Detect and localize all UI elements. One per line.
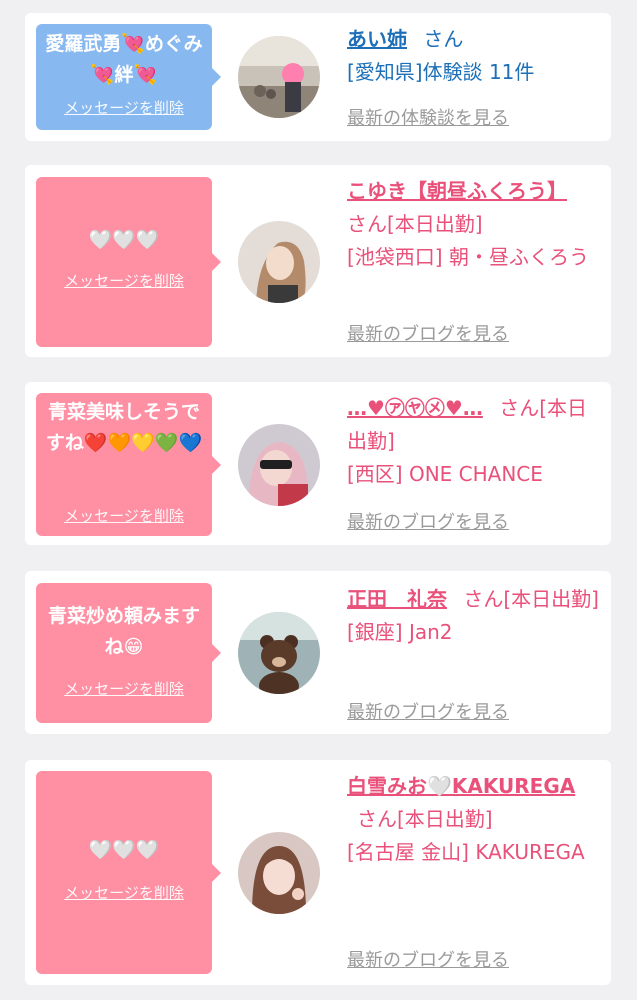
bubble-message: 愛羅武勇💘めぐみ💘絆💘 [45, 33, 203, 86]
user-name-link[interactable]: こゆき【朝昼ふくろう】 [347, 179, 567, 203]
bubble-message: 🤍🤍🤍 [88, 839, 160, 861]
user-info: あい姉 さん [愛知県]体験談 11件 [347, 23, 599, 89]
user-name-link[interactable]: 白雪みお🤍KAKUREGA [347, 774, 575, 798]
message-card: 愛羅武勇💘めぐみ💘絆💘 メッセージを削除 あい姉 さん [愛知県]体験談 11件… [25, 13, 611, 141]
message-card: 🤍🤍🤍 メッセージを削除 白雪みお🤍KAKUREGA さん[本日出勤] [名古屋… [25, 760, 611, 985]
user-info: 白雪みお🤍KAKUREGA さん[本日出勤] [名古屋 金山] KAKUREGA [347, 770, 599, 869]
user-info: …♥㋐㋳㋱♥… さん[本日出勤] [西区] ONE CHANCE [347, 392, 599, 491]
avatar[interactable] [238, 832, 320, 914]
user-suffix: さん [423, 27, 464, 51]
user-detail: [西区] ONE CHANCE [347, 462, 543, 486]
avatar-photo-icon [238, 36, 320, 118]
delete-message-link[interactable]: メッセージを削除 [36, 97, 212, 118]
user-info: こゆき【朝昼ふくろう】 さん[本日出勤] [池袋西口] 朝・昼ふくろう [347, 175, 599, 274]
latest-link[interactable]: 最新のブログを見る [347, 508, 509, 534]
avatar-photo-icon [238, 424, 320, 506]
delete-message-link[interactable]: メッセージを削除 [36, 882, 212, 903]
message-card: 青菜美味しそうですね❤️🧡💛💚💙 メッセージを削除 …♥㋐㋳㋱♥… さん[本日出… [25, 382, 611, 545]
message-bubble: 🤍🤍🤍 メッセージを削除 [36, 177, 221, 347]
bubble-message: 🤍🤍🤍 [88, 229, 160, 251]
user-suffix: さん[本日出勤] [357, 807, 493, 831]
latest-link[interactable]: 最新のブログを見る [347, 946, 509, 972]
user-info: 正田 礼奈 さん[本日出勤] [銀座] Jan2 [347, 583, 599, 649]
message-bubble: 青菜炒め頼みますね😁 メッセージを削除 [36, 583, 221, 723]
bear-photo-icon [238, 612, 320, 694]
user-detail: [名古屋 金山] KAKUREGA [347, 840, 585, 864]
message-bubble: 愛羅武勇💘めぐみ💘絆💘 メッセージを削除 [36, 24, 221, 130]
user-detail: [銀座] Jan2 [347, 620, 453, 644]
avatar[interactable] [238, 612, 320, 694]
message-card: 🤍🤍🤍 メッセージを削除 こゆき【朝昼ふくろう】 さん[本日出勤] [池袋西口]… [25, 165, 611, 357]
avatar-photo-icon [238, 832, 320, 914]
avatar[interactable] [238, 221, 320, 303]
delete-message-link[interactable]: メッセージを削除 [36, 678, 212, 699]
avatar[interactable] [238, 424, 320, 506]
user-detail: [愛知県]体験談 11件 [347, 60, 535, 84]
user-name-link[interactable]: …♥㋐㋳㋱♥… [347, 396, 483, 420]
avatar-photo-icon [238, 221, 320, 303]
avatar[interactable] [238, 36, 320, 118]
latest-link[interactable]: 最新のブログを見る [347, 320, 509, 346]
message-bubble: 🤍🤍🤍 メッセージを削除 [36, 771, 221, 974]
message-list: 愛羅武勇💘めぐみ💘絆💘 メッセージを削除 あい姉 さん [愛知県]体験談 11件… [0, 0, 637, 1000]
bubble-message: 青菜炒め頼みますね😁 [47, 605, 200, 658]
delete-message-link[interactable]: メッセージを削除 [36, 505, 212, 526]
latest-link[interactable]: 最新の体験談を見る [347, 104, 509, 130]
user-name-link[interactable]: 正田 礼奈 [347, 587, 447, 611]
user-suffix: さん[本日出勤] [463, 587, 599, 611]
delete-message-link[interactable]: メッセージを削除 [36, 270, 212, 291]
user-name-link[interactable]: あい姉 [347, 27, 407, 51]
message-card: 青菜炒め頼みますね😁 メッセージを削除 正田 礼奈 さん[本日出勤] [銀座] … [25, 571, 611, 734]
bubble-message: 青菜美味しそうですね❤️🧡💛💚💙 [45, 401, 203, 454]
user-detail: [池袋西口] 朝・昼ふくろう [347, 245, 589, 269]
message-bubble: 青菜美味しそうですね❤️🧡💛💚💙 メッセージを削除 [36, 393, 221, 536]
latest-link[interactable]: 最新のブログを見る [347, 698, 509, 724]
user-suffix: さん[本日出勤] [347, 212, 483, 236]
